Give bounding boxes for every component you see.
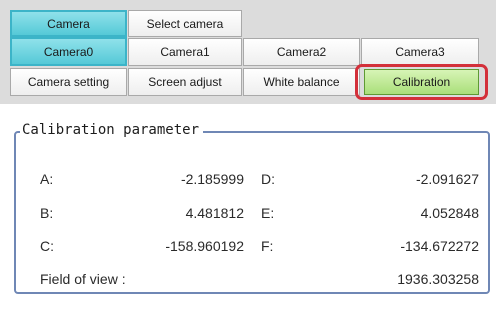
param-a-label: A: (40, 171, 54, 187)
param-d-label: D: (261, 171, 275, 187)
tab-select-camera[interactable]: Select camera (128, 10, 242, 37)
param-f-value: -134.672272 (400, 238, 479, 254)
field-of-view-label: Field of view : (40, 271, 126, 287)
param-e-value: 4.052848 (420, 205, 479, 221)
tab-camera3[interactable]: Camera3 (361, 38, 479, 66)
tab-camera0[interactable]: Camera0 (10, 37, 127, 66)
tab-camera2[interactable]: Camera2 (243, 38, 360, 66)
param-c-value: -158.960192 (165, 238, 244, 254)
field-of-view-value: 1936.303258 (397, 271, 479, 287)
param-e-label: E: (261, 205, 275, 221)
tab-camera[interactable]: Camera (10, 10, 127, 37)
tab-camera1[interactable]: Camera1 (128, 38, 242, 66)
calibration-parameter-group (14, 131, 490, 294)
calibration-parameter-title: Calibration parameter (20, 122, 204, 138)
param-c-label: C: (40, 238, 54, 254)
tab-screen-adjust[interactable]: Screen adjust (128, 68, 242, 96)
camera-tab-panel: Camera Select camera Camera0 Camera1 Cam… (0, 0, 496, 104)
tab-white-balance[interactable]: White balance (243, 68, 360, 96)
param-d-value: -2.091627 (415, 171, 479, 187)
param-b-value: 4.481812 (185, 205, 244, 221)
param-f-label: F: (261, 238, 274, 254)
calibration-highlight-outline (355, 64, 488, 100)
tab-camera-setting[interactable]: Camera setting (10, 68, 127, 96)
param-b-label: B: (40, 205, 54, 221)
param-a-value: -2.185999 (180, 171, 244, 187)
